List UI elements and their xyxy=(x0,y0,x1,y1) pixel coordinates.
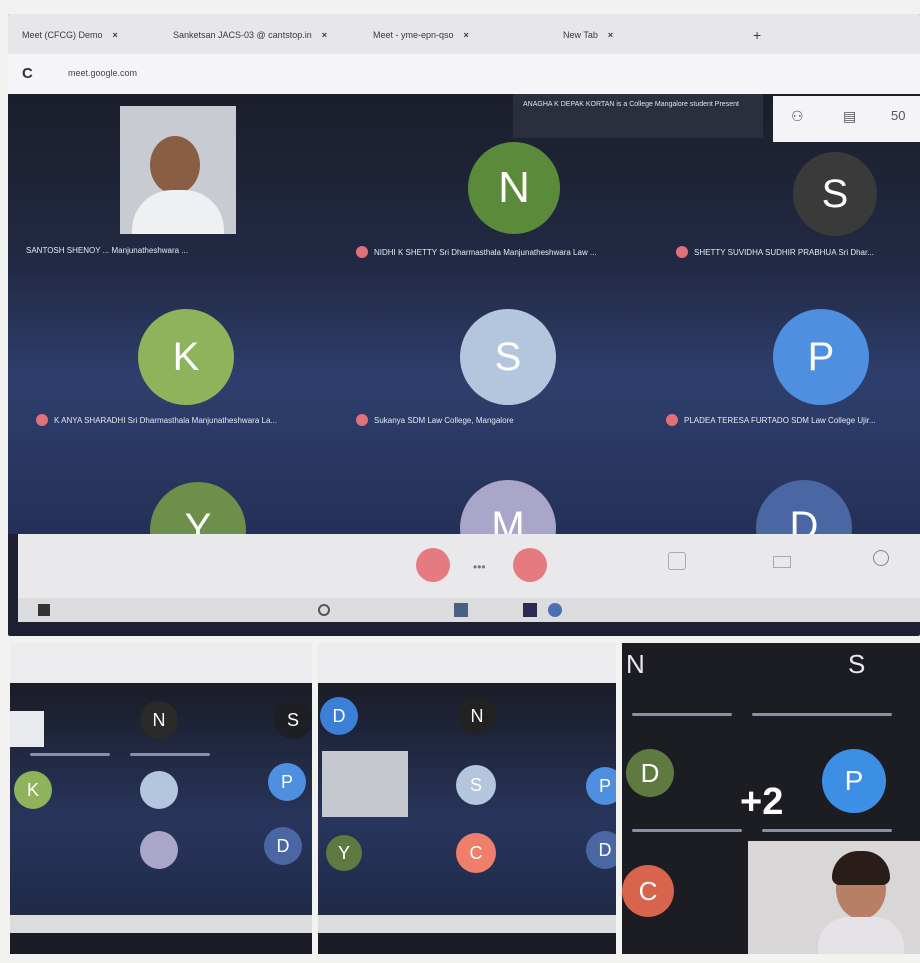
address-bar: C meet.google.com xyxy=(8,54,920,94)
person-face xyxy=(150,136,200,194)
main-screenshot: Meet (CFCG) Demo × Sanketsan JACS-03 @ ca… xyxy=(8,14,920,636)
participant-avatar: D xyxy=(264,827,302,865)
meet-control-bar: ••• xyxy=(18,534,920,598)
present-icon[interactable] xyxy=(773,556,791,568)
mic-toggle-button[interactable] xyxy=(416,548,450,582)
url-field[interactable]: meet.google.com xyxy=(68,68,137,78)
app-icon[interactable] xyxy=(454,603,468,617)
search-icon[interactable] xyxy=(318,604,330,616)
participant-label: K ANYA SHARADHI Sri Dharmasthala Manjuna… xyxy=(36,414,277,426)
participant-avatar: P xyxy=(268,763,306,801)
app-icon[interactable] xyxy=(523,603,537,617)
participant-avatar: P xyxy=(822,749,886,813)
browser-tab-bar: Meet (CFCG) Demo × Sanketsan JACS-03 @ ca… xyxy=(8,14,920,54)
participant-avatar: S xyxy=(274,701,312,739)
participant-label xyxy=(762,829,892,832)
panel-taskbar xyxy=(318,915,616,933)
participant-avatar: C xyxy=(456,833,496,873)
participant-avatar xyxy=(140,771,178,809)
browser-icon[interactable] xyxy=(548,603,562,617)
close-icon[interactable]: × xyxy=(113,30,118,40)
screenshot-panel-left: N S K P D xyxy=(10,643,312,954)
browser-tab[interactable]: Meet - yme-epn-qso × xyxy=(373,24,469,46)
activities-icon[interactable] xyxy=(873,550,889,566)
participant-label: SANTOSH SHENOY ... Manjunatheshwara ... xyxy=(26,246,188,255)
participant-label xyxy=(632,713,732,716)
close-icon[interactable]: × xyxy=(608,30,613,40)
reload-icon[interactable]: C xyxy=(22,65,33,82)
close-icon[interactable]: × xyxy=(464,30,469,40)
mic-muted-icon xyxy=(666,414,678,426)
participant-avatar: N xyxy=(458,697,496,735)
participant-avatar: D xyxy=(626,749,674,797)
participant-video xyxy=(748,841,920,954)
screenshot-panel-middle: D N S P Y C D xyxy=(318,643,616,954)
close-icon[interactable]: × xyxy=(322,30,327,40)
participant-count: 50 xyxy=(891,108,906,123)
panel-browser-bar xyxy=(318,643,616,683)
browser-tab[interactable]: New Tab × xyxy=(563,24,613,46)
participant-label xyxy=(752,713,892,716)
start-icon[interactable] xyxy=(38,604,50,616)
participant-label: PLADEA TERESA FURTADO SDM Law College Uj… xyxy=(666,414,876,426)
browser-tab[interactable]: Meet (CFCG) Demo × xyxy=(22,24,118,46)
participant-avatar[interactable]: P xyxy=(773,309,869,405)
mic-muted-icon xyxy=(36,414,48,426)
participant-avatar: K xyxy=(14,771,52,809)
participant-avatar: D xyxy=(586,831,616,869)
participant-initial: S xyxy=(848,649,866,679)
participant-avatar: N xyxy=(140,701,178,739)
captions-icon[interactable] xyxy=(668,552,686,570)
panel-meet-grid: D N S P Y C D xyxy=(318,683,616,915)
participant-avatar: S xyxy=(456,765,496,805)
participant-label xyxy=(632,829,742,832)
mic-muted-icon xyxy=(356,414,368,426)
panel-browser-bar xyxy=(10,643,312,683)
participant-label: SHETTY SUVIDHA SUDHIR PRABHUA Sri Dhar..… xyxy=(676,246,874,258)
tab-label: Meet (CFCG) Demo xyxy=(22,30,103,40)
more-options-icon[interactable]: ••• xyxy=(473,560,486,574)
tab-label: Sanketsan JACS-03 @ cantstop.in xyxy=(173,30,312,40)
participant-label xyxy=(30,753,110,756)
participant-label xyxy=(130,753,210,756)
tab-label: Meet - yme-epn-qso xyxy=(373,30,454,40)
person-hair xyxy=(832,851,890,885)
participant-video[interactable] xyxy=(120,106,236,234)
participant-label: Sukanya SDM Law College, Mangalore xyxy=(356,414,514,426)
participant-avatar: Y xyxy=(326,835,362,871)
participant-initial: N xyxy=(626,649,645,679)
participant-avatar[interactable]: S xyxy=(460,309,556,405)
tab-label: New Tab xyxy=(563,30,598,40)
new-tab-icon[interactable]: + xyxy=(753,24,761,46)
join-notice: ANAGHA K DEPAK KORTAN is a College Manga… xyxy=(513,94,763,138)
mic-muted-icon xyxy=(676,246,688,258)
participant-avatar: D xyxy=(320,697,358,735)
panel-meet-grid: N S K P D xyxy=(10,683,312,915)
participant-avatar[interactable]: K xyxy=(138,309,234,405)
participant-avatar[interactable]: N xyxy=(468,142,560,234)
meet-top-controls: ⚇ ▤ 50 xyxy=(773,96,920,142)
participant-avatar: P xyxy=(586,767,616,805)
more-participants-count[interactable]: +2 xyxy=(740,781,783,824)
os-taskbar xyxy=(18,598,920,622)
chat-icon[interactable]: ▤ xyxy=(843,108,856,125)
person-shirt xyxy=(132,190,224,234)
participant-avatar xyxy=(140,831,178,869)
panel-taskbar xyxy=(10,915,312,933)
mic-muted-icon xyxy=(356,246,368,258)
camera-toggle-button[interactable] xyxy=(513,548,547,582)
person-shirt xyxy=(818,917,904,954)
people-icon[interactable]: ⚇ xyxy=(791,108,804,125)
participant-label: NIDHI K SHETTY Sri Dharmasthala Manjunat… xyxy=(356,246,597,258)
browser-tab[interactable]: Sanketsan JACS-03 @ cantstop.in × xyxy=(173,24,327,46)
screenshot-panel-right: N S D +2 P C xyxy=(622,643,920,954)
meet-grid: ANAGHA K DEPAK KORTAN is a College Manga… xyxy=(8,94,920,578)
participant-avatar: C xyxy=(622,865,674,917)
participant-avatar[interactable]: S xyxy=(793,152,877,236)
participant-video xyxy=(322,751,408,817)
participant-video xyxy=(10,711,44,747)
